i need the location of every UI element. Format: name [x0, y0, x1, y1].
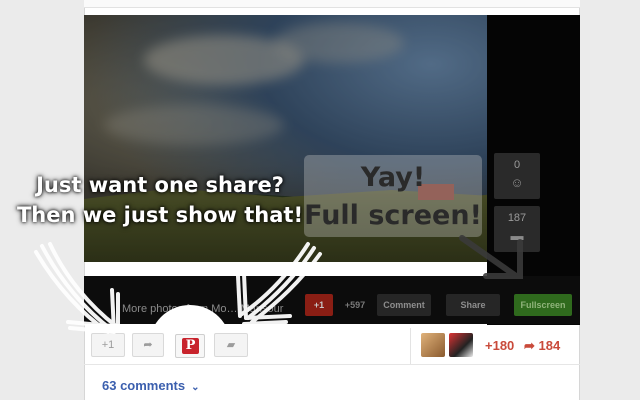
share-dark-button[interactable]: Share: [446, 294, 500, 316]
reshare-total[interactable]: ➦ 184: [524, 338, 560, 354]
overlay-line-2: Full screen!: [304, 200, 482, 231]
callout-line-2: Then we just show that!: [16, 203, 304, 227]
chevron-down-icon: ⌄: [191, 382, 200, 393]
divider: [84, 364, 580, 365]
plusone-total[interactable]: +180: [485, 338, 514, 353]
pinterest-icon: P: [182, 338, 199, 354]
hangout-button[interactable]: ▰: [214, 333, 248, 357]
comment-dark-button[interactable]: Comment: [377, 294, 431, 316]
fullscreen-arrow-annotation: [459, 235, 523, 279]
smiley-icon: ☺: [510, 175, 524, 190]
left-arrow-annotation: [34, 242, 120, 334]
plusone-label: +1: [101, 339, 115, 351]
fullscreen-button[interactable]: Fullscreen: [514, 294, 572, 316]
avatar[interactable]: [449, 333, 473, 357]
video-camera-icon: ▰: [226, 339, 236, 351]
callout-text: Just want one share? Then we just show t…: [0, 170, 320, 230]
overlay-line-1: Yay!: [360, 162, 426, 193]
avatar[interactable]: [421, 333, 445, 357]
divider: [410, 328, 411, 364]
comments-toggle[interactable]: 63 comments ⌄: [102, 378, 199, 393]
reshare-arrow-icon: ➦: [524, 338, 535, 353]
reaction-count: 0: [513, 159, 521, 171]
reaction-count-box[interactable]: 0 ☺: [494, 153, 540, 199]
right-arrow-annotation: [236, 242, 322, 326]
comment-count: 187: [507, 212, 527, 224]
reshare-count: 184: [538, 338, 561, 353]
comments-label: 63 comments: [102, 378, 186, 393]
plusone-dark-count: +597: [344, 300, 366, 310]
pinterest-button[interactable]: P: [175, 334, 205, 358]
fullscreen-overlay-message: Yay! Full screen!: [304, 155, 482, 237]
callout-line-1: Just want one share?: [36, 173, 284, 197]
share-arrow-icon: ➦: [143, 339, 153, 351]
post-header-edge: [84, 0, 580, 8]
